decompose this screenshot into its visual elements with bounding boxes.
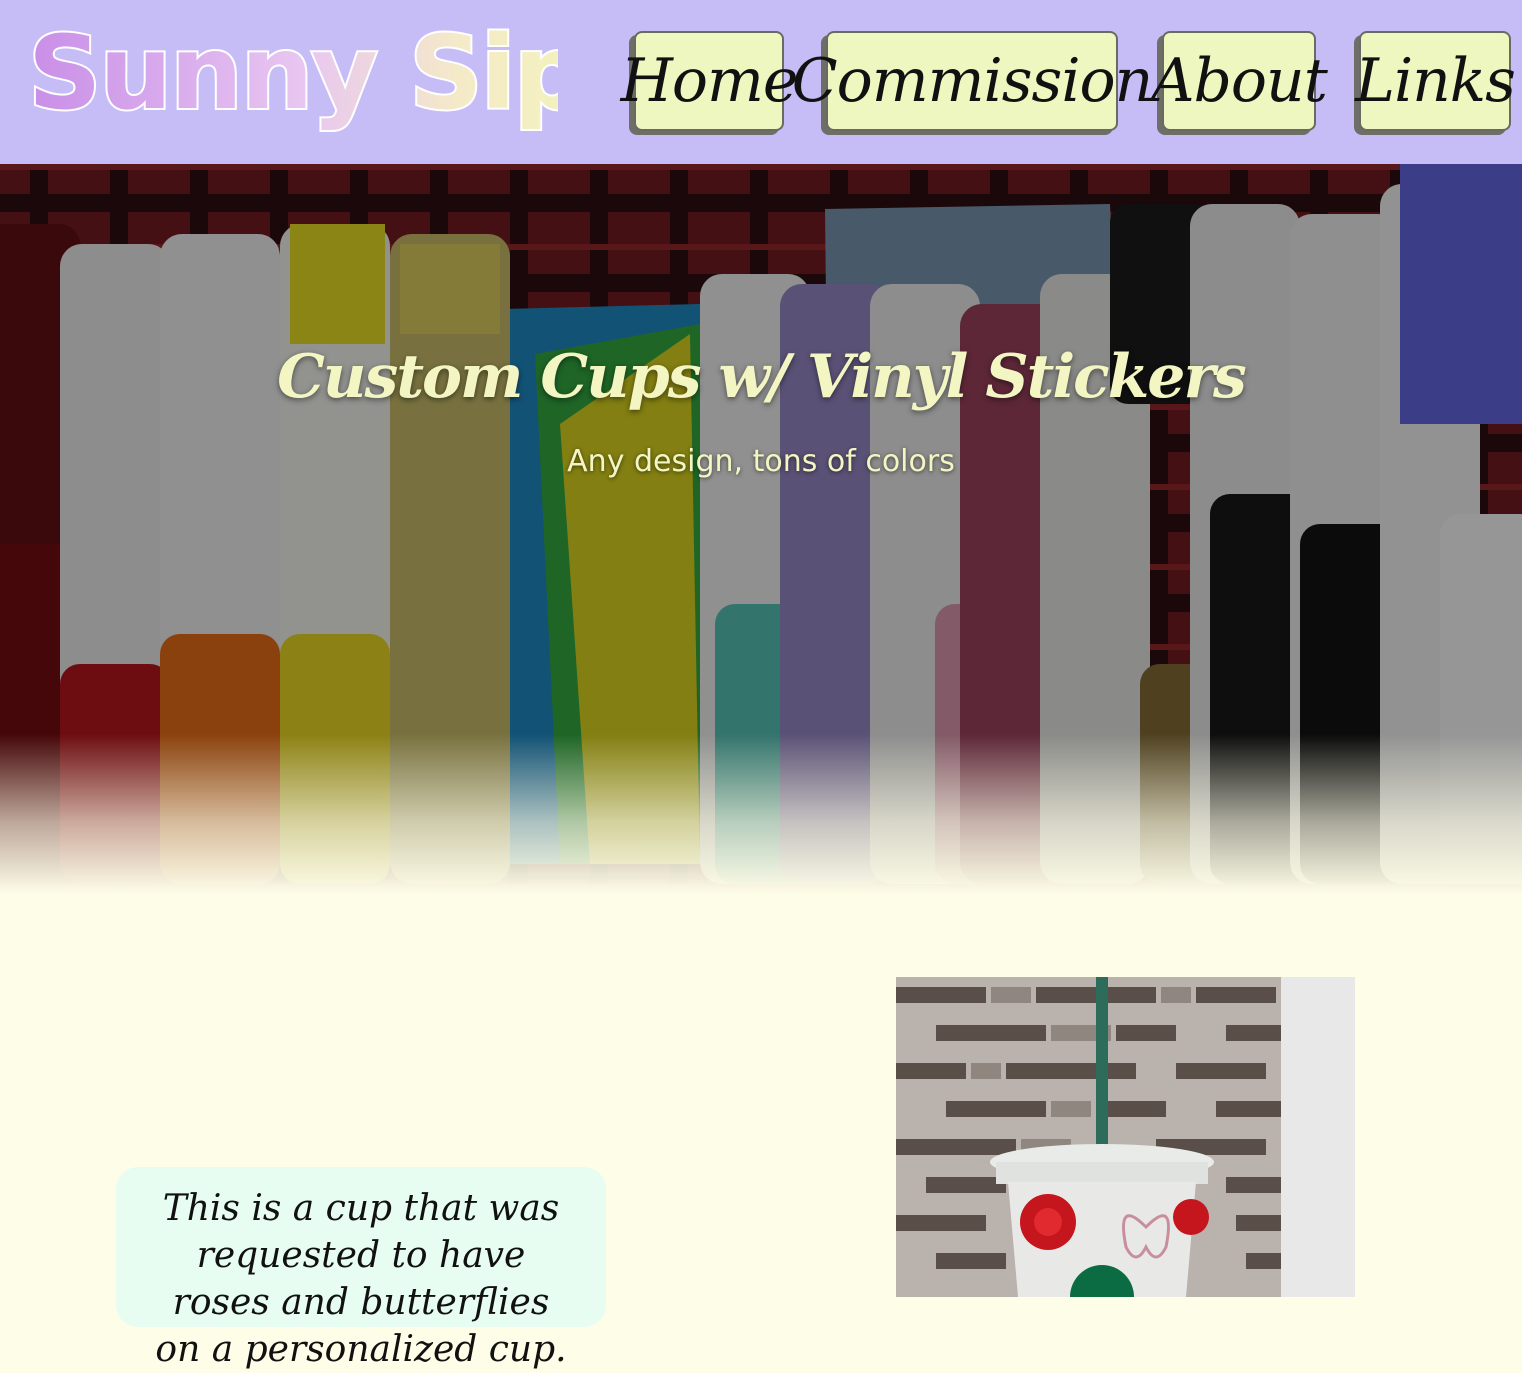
hero-banner: Custom Cups w/ Vinyl Stickers Any design… (0, 164, 1522, 894)
site-header: Sunny Sips Home Commission About Links (0, 0, 1522, 164)
hero-title: Custom Cups w/ Vinyl Stickers (277, 342, 1247, 412)
nav-home-button[interactable]: Home (621, 31, 798, 131)
cup-description-card: This is a cup that was requested to have… (116, 1167, 606, 1370)
cup-description-text: This is a cup that was requested to have… (155, 1188, 567, 1370)
nav-links-button[interactable]: Links (1355, 31, 1516, 131)
hero-fade-overlay (0, 734, 1522, 894)
site-logo[interactable]: Sunny Sips (28, 8, 558, 148)
svg-text:Sunny Sips: Sunny Sips (28, 14, 558, 133)
nav-about-button[interactable]: About (1151, 31, 1328, 131)
custom-cup-photo (896, 977, 1355, 1297)
nav-commission-button[interactable]: Commission (792, 31, 1153, 131)
hero-subtitle: Any design, tons of colors (567, 444, 955, 479)
